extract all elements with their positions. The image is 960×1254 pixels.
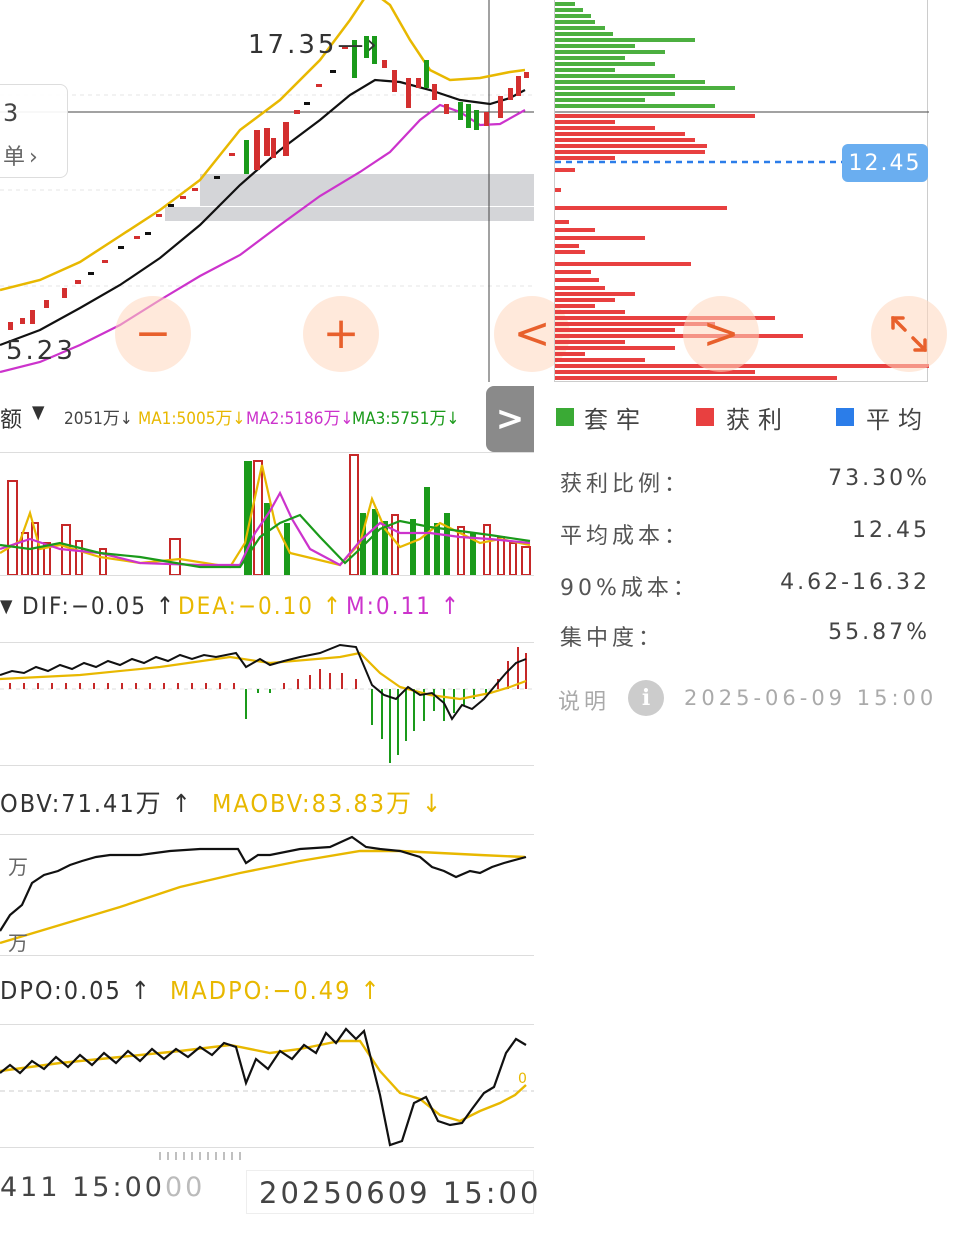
macd-legend: ▼ DIF:−0.05 ↑ DEA:−0.10 ↑ M:0.11 ↑ — [0, 578, 534, 634]
stat-row-concentration: 集中度： 55.87% — [560, 620, 930, 651]
time-axis-current-label: 20250609 15:00 — [246, 1170, 538, 1214]
time-left-faded: 00 — [164, 1172, 206, 1203]
obv-panel[interactable]: 万 万 — [0, 834, 534, 956]
volume-bars — [7, 454, 531, 576]
volume-ma3: MA3:5751万↓ — [352, 409, 460, 429]
info-popup[interactable]: 3 单 › — [0, 84, 68, 178]
legend-swatch-profit — [696, 408, 714, 426]
volume-panel[interactable] — [0, 452, 534, 576]
dropdown-triangle-icon[interactable]: ▼ — [0, 596, 12, 617]
average-cost-tag: 12.45 — [842, 144, 928, 182]
volume-selector-label[interactable]: 额 — [0, 402, 22, 434]
stat-label: 平均成本： — [560, 524, 691, 549]
obv-legend: OBV:71.41万 ↑ MAOBV:83.83万 ↓ — [0, 770, 534, 826]
time-axis-left-label: 411 15:0000 — [0, 1172, 205, 1203]
chevron-right-icon: > — [495, 399, 525, 439]
info-icon[interactable]: i — [628, 680, 664, 716]
stat-label: 90%成本： — [560, 576, 699, 601]
dpo-legend: DPO:0.05 ↑ MADPO:−0.49 ↑ — [0, 962, 534, 1018]
dpo-panel[interactable]: 0 — [0, 1024, 534, 1148]
time-left-value: 411 15:00 — [0, 1172, 165, 1203]
legend-label-profit: 获利 — [726, 406, 790, 434]
obv-axis-top-label: 万 — [8, 855, 28, 879]
volume-ma1: MA1:5005万↓ — [138, 409, 246, 429]
macd-dif: DIF:−0.05 ↑ — [22, 592, 176, 620]
volume-ma2: MA2:5186万↓ — [246, 409, 354, 429]
plus-icon: + — [322, 308, 360, 359]
zoom-in-button[interactable]: + — [303, 296, 379, 372]
high-price-value: 17.35 — [248, 30, 338, 60]
macd-dif-line — [0, 643, 527, 721]
stat-row-profit-ratio: 获利比例： 73.30% — [560, 466, 930, 497]
minus-icon: − — [134, 308, 172, 359]
expand-icon — [891, 316, 927, 352]
stat-row-90-cost: 90%成本： 4.62-16.32 — [560, 570, 930, 601]
chevron-left-icon: < — [513, 308, 551, 359]
volume-chart — [0, 454, 531, 576]
dropdown-triangle-icon[interactable]: ▼ — [32, 402, 44, 423]
madpo-line — [0, 1039, 527, 1123]
low-price-label: 5.23 — [6, 336, 76, 366]
explanation-label[interactable]: 说明 — [558, 684, 610, 716]
legend-swatch-trapped — [556, 408, 574, 426]
popup-link[interactable]: 单 › — [3, 139, 38, 171]
chip-bars-trapped — [555, 2, 735, 108]
scroll-right-button[interactable]: > — [683, 296, 759, 372]
chip-timestamp: 2025-06-09 15:00 — [684, 686, 938, 710]
zoom-out-button[interactable]: − — [115, 296, 191, 372]
stat-value: 12.45 — [852, 518, 930, 543]
obv-axis-bottom-label: 万 — [8, 931, 28, 955]
legend-label-average: 平均 — [866, 406, 930, 434]
chip-distribution-panel[interactable]: 12.45 > — [554, 0, 947, 382]
legend-swatch-average — [836, 408, 854, 426]
high-price-label: 17.35—› — [248, 30, 380, 60]
maobv-value: MAOBV:83.83万 ↓ — [212, 789, 443, 818]
obv-value: OBV:71.41万 ↑ — [0, 789, 193, 818]
explanation-link[interactable]: 说明 i 2025-06-09 15:00 — [558, 680, 938, 720]
fullscreen-button[interactable] — [871, 296, 947, 372]
time-scrubber[interactable] — [0, 1150, 534, 1170]
macd-dea: DEA:−0.10 ↑ — [178, 592, 343, 620]
panel-toggle-button[interactable]: > — [486, 386, 534, 452]
stat-value: 4.62-16.32 — [780, 570, 930, 595]
obv-line — [0, 835, 527, 932]
popup-value: 3 — [3, 99, 19, 127]
volume-value: 2051万↓ — [64, 409, 133, 429]
popup-link-label: 单 — [3, 145, 26, 170]
resistance-band — [200, 174, 534, 206]
maobv-line — [0, 849, 526, 945]
obv-chart — [0, 835, 527, 945]
ma-magenta-line — [0, 103, 526, 374]
chip-legend: 套牢 获利 平均 — [556, 398, 936, 438]
volume-legend: 额 ▼ 2051万↓ MA1:5005万↓ MA2:5186万↓ MA3:575… — [0, 388, 534, 448]
stat-label: 集中度： — [560, 626, 665, 651]
stat-row-average-cost: 平均成本： 12.45 — [560, 518, 930, 549]
dpo-line — [0, 1027, 527, 1147]
stat-value: 73.30% — [828, 466, 930, 491]
macd-chart — [0, 643, 534, 763]
madpo-value: MADPO:−0.49 ↑ — [170, 976, 382, 1005]
dpo-value: DPO:0.05 ↑ — [0, 976, 152, 1005]
dpo-zero-label: 0 — [518, 1071, 527, 1087]
macd-panel[interactable] — [0, 642, 534, 766]
time-axis[interactable]: 411 15:0000 20250609 15:00 — [0, 1150, 538, 1230]
chevron-right-icon: › — [29, 145, 38, 170]
chevron-right-icon: > — [702, 308, 740, 359]
resistance-band — [165, 207, 534, 221]
kline-panel[interactable]: 17.35—› 5.23 3 单 › − + < — [0, 0, 570, 382]
dpo-chart — [0, 1027, 534, 1147]
legend-label-trapped: 套牢 — [584, 406, 648, 434]
high-price-arrow: —› — [337, 30, 380, 60]
macd-m: M:0.11 ↑ — [346, 592, 461, 620]
stat-label: 获利比例： — [560, 472, 691, 497]
stat-value: 55.87% — [828, 620, 930, 645]
